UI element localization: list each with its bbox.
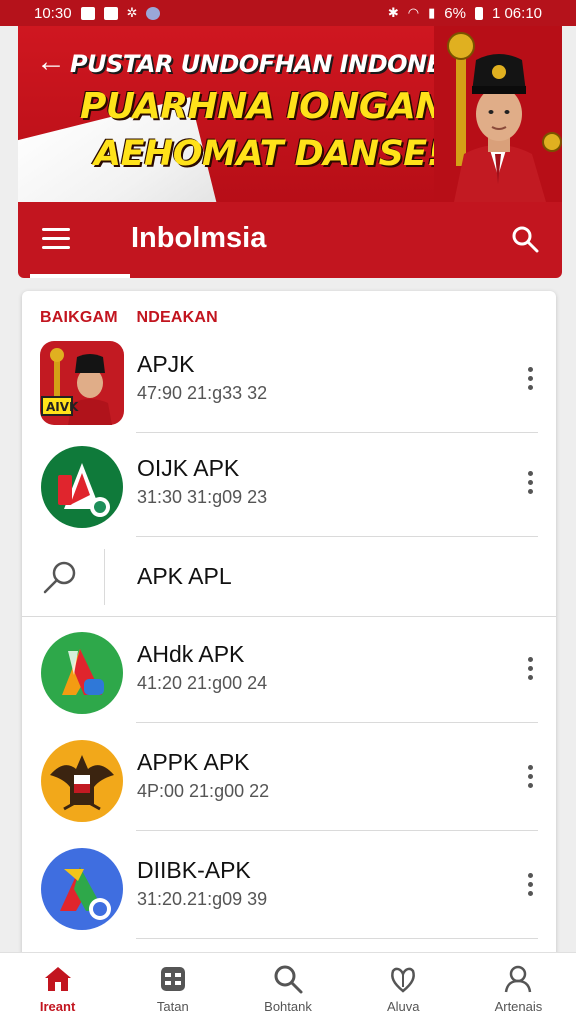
divider xyxy=(22,616,556,617)
list-item-subtitle: 31:20.21:g09 39 xyxy=(137,889,268,909)
nav-aluva[interactable]: Aluva xyxy=(346,953,461,1024)
divider xyxy=(136,722,538,723)
menu-icon[interactable] xyxy=(42,228,70,250)
search-icon[interactable] xyxy=(510,224,540,254)
separator xyxy=(104,549,105,605)
nav-tatan[interactable]: Tatan xyxy=(115,953,230,1024)
home-icon xyxy=(44,967,71,991)
nav-label: Artenais xyxy=(494,999,543,1014)
section-label-a: BAIKGAM xyxy=(40,309,118,326)
search-row-label[interactable]: APK APL xyxy=(137,563,232,590)
signal-icon: ▮ xyxy=(428,5,436,20)
list-item-title: APPK APK xyxy=(137,749,250,775)
more-options-icon[interactable] xyxy=(526,765,534,791)
list-item-subtitle: 31:30 31:g09 23 xyxy=(137,487,268,507)
nav-label: Tatan xyxy=(156,999,189,1014)
app-list-card: BAIKGAM NDEAKAN AIVK APJK 47:90 21:g33 3… xyxy=(22,291,556,971)
list-item-title: AHdk APK xyxy=(137,641,245,667)
mail-notification-icon xyxy=(80,6,95,20)
battery-level: 6% xyxy=(444,4,466,22)
more-options-icon[interactable] xyxy=(526,657,534,683)
person-icon xyxy=(505,965,532,993)
more-options-icon[interactable] xyxy=(526,873,534,899)
green-a-app-icon xyxy=(41,446,123,528)
list-item-title: APJK xyxy=(137,351,195,377)
more-options-icon[interactable] xyxy=(526,471,534,497)
tab-indicator xyxy=(30,274,130,278)
magnifier-icon xyxy=(43,561,76,594)
search-row[interactable]: APK APL xyxy=(22,537,556,617)
colorful-a-app-icon xyxy=(41,632,123,714)
back-arrow-icon[interactable]: ← xyxy=(36,47,66,78)
search-icon xyxy=(274,965,303,994)
list-item-subtitle: 47:90 21:g33 32 xyxy=(137,383,268,403)
app-bar-title: Inbolmsia xyxy=(131,222,267,254)
wifi-icon: ◠ xyxy=(407,5,420,20)
list-item-subtitle: 4P:00 21:g00 22 xyxy=(137,781,270,801)
bluetooth-icon: ✱ xyxy=(387,5,399,20)
app-bar: Inbolmsia xyxy=(18,202,562,278)
leaf-heart-icon xyxy=(391,967,416,993)
nav-search[interactable]: Bohtank xyxy=(230,953,345,1024)
blue-a-app-icon xyxy=(41,848,123,930)
list-item[interactable]: OIJK APK 31:30 31:g09 23 xyxy=(22,433,556,537)
hero-title: PUSTAR UNDOFHAN INDONESIA xyxy=(70,50,486,78)
portrait-app-icon: AIVK xyxy=(40,341,124,425)
list-item-title: OIJK APK xyxy=(137,455,240,481)
bottom-navigation: Ireant Tatan Bohtank Aluva Artenais xyxy=(0,952,576,1024)
status-right: ✱ ◠ ▮ 6% 1 06:10 xyxy=(388,5,542,22)
send-notification-icon xyxy=(103,6,118,20)
battery-icon xyxy=(474,6,483,20)
list-item[interactable]: AIVK APJK 47:90 21:g33 32 xyxy=(22,329,556,433)
garuda-app-icon xyxy=(41,740,123,822)
svg-text:AIVK: AIVK xyxy=(46,400,79,414)
nav-label: Bohtank xyxy=(264,999,312,1014)
list-item-title: DIIBK-APK xyxy=(137,857,251,883)
profile-notification-icon xyxy=(146,6,161,20)
section-label-b: NDEAKAN xyxy=(136,309,218,326)
list-item-subtitle: 41:20 21:g00 24 xyxy=(137,673,268,693)
status-clock: 1 06:10 xyxy=(491,4,542,22)
status-bar: 10:30 ✲ ✱ ◠ ▮ 6% 1 06:10 xyxy=(0,0,576,26)
hero-banner: ← PUSTAR UNDOFHAN INDONESIA PUARHNA IONG… xyxy=(18,26,562,202)
list-item[interactable]: APPK APK 4P:00 21:g00 22 xyxy=(22,727,556,831)
nav-label: Ireant xyxy=(39,999,76,1014)
grid-card-icon xyxy=(160,967,185,991)
official-portrait-image xyxy=(434,26,562,202)
divider xyxy=(136,830,538,831)
nav-profile[interactable]: Artenais xyxy=(461,953,576,1024)
nav-label: Aluva xyxy=(386,999,420,1014)
status-time: 10:30 xyxy=(34,4,72,22)
more-options-icon[interactable] xyxy=(526,367,534,393)
list-item[interactable]: DIIBK-APK 31:20.21:g09 39 xyxy=(22,835,556,939)
divider xyxy=(136,938,538,939)
hero-headline-2: AEHOMAT DANSE! xyxy=(94,134,443,174)
hero-headline-1: PUARHNA IONGAN xyxy=(80,86,445,127)
nav-home[interactable]: Ireant xyxy=(0,953,115,1024)
apps-notification-icon: ✲ xyxy=(126,5,138,20)
status-left: 10:30 ✲ xyxy=(34,4,161,22)
list-item[interactable]: AHdk APK 41:20 21:g00 24 xyxy=(22,619,556,723)
section-header: BAIKGAM NDEAKAN xyxy=(40,309,232,327)
